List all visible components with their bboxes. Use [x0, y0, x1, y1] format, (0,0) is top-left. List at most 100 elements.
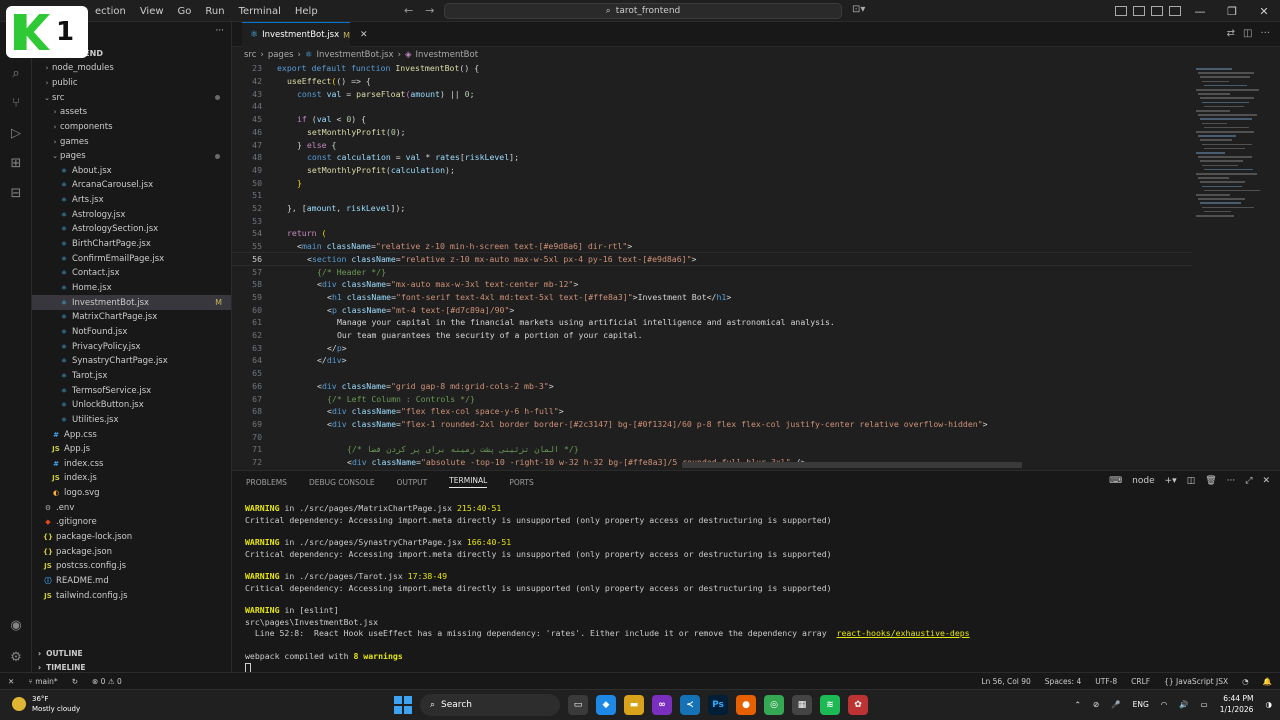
file-item[interactable]: ⚛ Arts.jsx	[32, 193, 231, 208]
file-item[interactable]: ⚙ .env	[32, 501, 231, 516]
cursor-position[interactable]: Ln 56, Col 90	[981, 677, 1030, 686]
file-item[interactable]: ⚛ ConfirmEmailPage.jsx	[32, 251, 231, 266]
file-item[interactable]: # App.css	[32, 427, 231, 442]
file-item[interactable]: ⓘ README.md	[32, 574, 231, 589]
notifications-icon[interactable]: ◑	[1265, 700, 1272, 709]
encoding[interactable]: UTF-8	[1095, 677, 1117, 686]
close-panel-icon[interactable]: ✕	[1262, 476, 1270, 486]
menu-selection[interactable]: ection	[88, 6, 133, 17]
more-actions-icon[interactable]: ···	[215, 26, 224, 36]
remote-icon[interactable]: ✕	[8, 677, 14, 686]
problems-indicator[interactable]: ⊗ 0 ⚠ 0	[92, 677, 122, 686]
visual-studio-icon[interactable]: ∞	[652, 695, 672, 715]
menu-view[interactable]: View	[133, 6, 171, 17]
file-item[interactable]: ⚛ ArcanaCarousel.jsx	[32, 178, 231, 193]
microphone-icon[interactable]: 🎤	[1111, 700, 1120, 709]
file-item[interactable]: ⚛ PrivacyPolicy.jsx	[32, 339, 231, 354]
photoshop-icon[interactable]: Ps	[708, 695, 728, 715]
file-item[interactable]: ◆ .gitignore	[32, 515, 231, 530]
more-actions-icon[interactable]: ···	[1260, 28, 1270, 39]
menu-go[interactable]: Go	[171, 6, 199, 17]
extensions-icon[interactable]: ⊞	[8, 156, 24, 172]
file-item[interactable]: JS index.js	[32, 471, 231, 486]
app-icon[interactable]: ▦	[792, 695, 812, 715]
source-control-icon[interactable]: ⑂	[8, 96, 24, 112]
file-item[interactable]: ⚛ Astrology.jsx	[32, 208, 231, 223]
file-item[interactable]: ⚛ Tarot.jsx	[32, 369, 231, 384]
file-item[interactable]: # index.css	[32, 457, 231, 472]
file-item[interactable]: ⚛ NotFound.jsx	[32, 325, 231, 340]
file-item[interactable]: ◐ logo.svg	[32, 486, 231, 501]
copilot-app-icon[interactable]: ◆	[596, 695, 616, 715]
input-language[interactable]: ENG	[1133, 700, 1149, 709]
file-item[interactable]: ⚛ MatrixChartPage.jsx	[32, 310, 231, 325]
split-editor-icon[interactable]: ◫	[1243, 28, 1252, 39]
file-item[interactable]: {} package-lock.json	[32, 530, 231, 545]
clock[interactable]: 6:44 PM 1/1/2026	[1220, 693, 1254, 715]
customize-layout-icon[interactable]	[1169, 6, 1181, 16]
breadcrumb-symbol[interactable]: InvestmentBot	[416, 50, 479, 60]
spotify-icon[interactable]: ≋	[820, 695, 840, 715]
settings-gear-icon[interactable]: ⚙	[8, 650, 24, 666]
folder-item[interactable]: ⌄ pages	[32, 149, 231, 164]
file-item[interactable]: ⚛ TermsofService.jsx	[32, 383, 231, 398]
tab-investmentbot[interactable]: ⚛ InvestmentBot.jsx M ✕	[242, 22, 368, 47]
more-actions-icon[interactable]: ···	[1227, 476, 1236, 486]
line-ending[interactable]: CRLF	[1131, 677, 1150, 686]
chrome-icon[interactable]: ◎	[764, 695, 784, 715]
weather-widget[interactable]: 36°F Mostly cloudy	[12, 694, 80, 714]
horizontal-scrollbar[interactable]	[682, 462, 1022, 468]
branch-indicator[interactable]: ⑂ main*	[28, 677, 57, 686]
breadcrumb-src[interactable]: src	[244, 50, 256, 60]
compare-changes-icon[interactable]: ⇄	[1227, 28, 1235, 39]
account-icon[interactable]: ◉	[8, 618, 24, 634]
minimize-button[interactable]: —	[1184, 5, 1216, 18]
taskbar-search[interactable]: ⌕ Search	[420, 694, 560, 716]
maximize-button[interactable]: ❐	[1216, 5, 1248, 18]
vscode-icon[interactable]: ≺	[680, 695, 700, 715]
menu-run[interactable]: Run	[198, 6, 231, 17]
command-center-search[interactable]: ⌕ tarot_frontend	[444, 3, 842, 19]
file-explorer-icon[interactable]: ▬	[624, 695, 644, 715]
back-arrow-icon[interactable]: ←	[404, 4, 413, 17]
copilot-status-icon[interactable]: ◔	[1242, 677, 1249, 686]
split-terminal-icon[interactable]: ◫	[1187, 476, 1196, 486]
close-tab-icon[interactable]: ✕	[360, 30, 368, 40]
outline-section[interactable]: › OUTLINE	[32, 646, 231, 660]
folder-item[interactable]: › assets	[32, 105, 231, 120]
breadcrumb-file[interactable]: InvestmentBot.jsx	[317, 50, 394, 60]
layout-sidebar-icon[interactable]	[1115, 6, 1127, 16]
tray-overflow-icon[interactable]: ⌃	[1075, 700, 1081, 709]
folder-item[interactable]: › public	[32, 76, 231, 91]
tab-ports[interactable]: PORTS	[509, 478, 533, 487]
language-mode[interactable]: {} JavaScript JSX	[1164, 677, 1228, 686]
file-item[interactable]: ⚛ BirthChartPage.jsx	[32, 237, 231, 252]
task-view-icon[interactable]: ▭	[568, 695, 588, 715]
file-item[interactable]: JS App.js	[32, 442, 231, 457]
menu-terminal[interactable]: Terminal	[232, 6, 288, 17]
tab-problems[interactable]: PROBLEMS	[246, 478, 287, 487]
folder-item[interactable]: › games	[32, 134, 231, 149]
terminal-shell-label[interactable]: node	[1132, 476, 1154, 486]
new-terminal-icon[interactable]: +▾	[1165, 476, 1177, 486]
wifi-icon[interactable]: ◠	[1161, 700, 1168, 709]
file-item[interactable]: JS tailwind.config.js	[32, 588, 231, 603]
file-item[interactable]: ⚛ InvestmentBot.jsx M	[32, 295, 231, 310]
volume-icon[interactable]: 🔊	[1179, 700, 1188, 709]
sync-icon[interactable]: ↻	[72, 677, 78, 686]
tab-debug-console[interactable]: DEBUG CONSOLE	[309, 478, 375, 487]
folder-item[interactable]: › node_modules	[32, 61, 231, 76]
folder-item[interactable]: › components	[32, 120, 231, 135]
copilot-icon[interactable]: ⊡▾	[852, 4, 865, 15]
file-item[interactable]: {} package.json	[32, 544, 231, 559]
indentation[interactable]: Spaces: 4	[1045, 677, 1081, 686]
trash-icon[interactable]: 🗑	[1205, 476, 1216, 486]
tab-terminal[interactable]: TERMINAL	[449, 476, 488, 488]
file-item[interactable]: ⚛ About.jsx	[32, 164, 231, 179]
network-off-icon[interactable]: ⊘	[1093, 700, 1099, 709]
minimap[interactable]	[1192, 62, 1278, 470]
maximize-panel-icon[interactable]: ⤢	[1245, 476, 1252, 486]
folder-item[interactable]: ⌄ src	[32, 90, 231, 105]
file-item[interactable]: ⚛ Contact.jsx	[32, 266, 231, 281]
file-item[interactable]: ⚛ AstrologySection.jsx	[32, 222, 231, 237]
